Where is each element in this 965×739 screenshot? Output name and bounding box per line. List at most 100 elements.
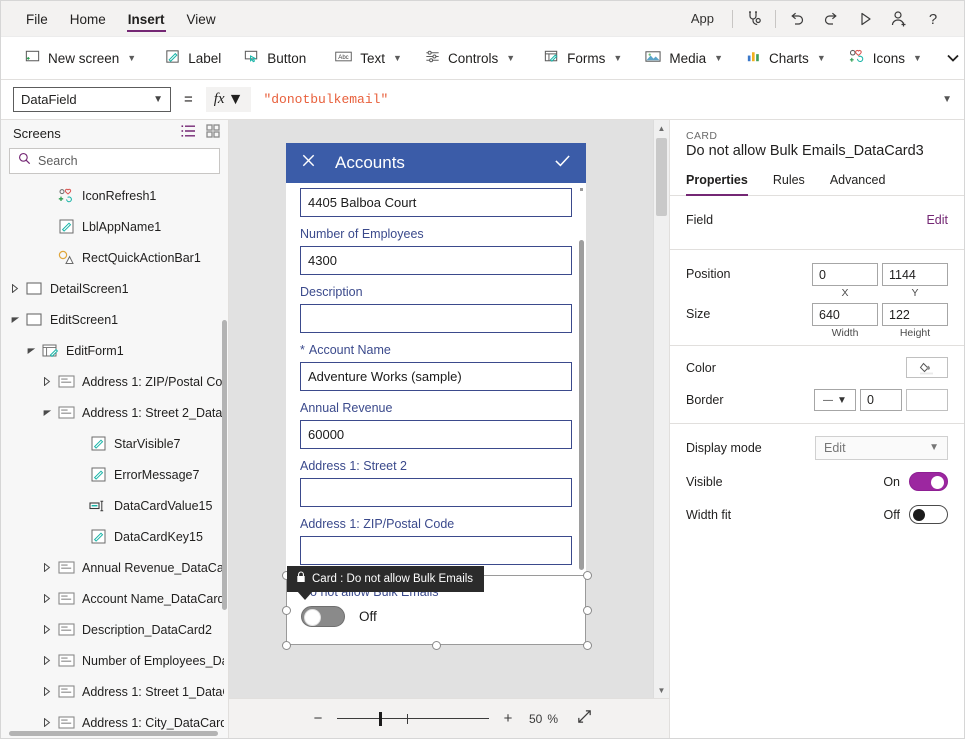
tree-item[interactable]: Number of Employees_Data <box>1 645 228 676</box>
ribbon-charts[interactable]: Charts ▼ <box>734 43 837 73</box>
ribbon-new-screen[interactable]: New screen ▼ <box>13 43 147 73</box>
size-width-input[interactable]: 640 <box>812 303 878 326</box>
zoom-out-button[interactable]: − <box>305 710 331 727</box>
tree-item[interactable]: Address 1: Street 2_DataCar <box>1 397 228 428</box>
twisty-expanded-icon[interactable] <box>23 347 39 355</box>
ribbon-text[interactable]: Abc Text ▼ <box>323 43 413 73</box>
form-field-input[interactable]: 4405 Balboa Court <box>300 188 572 217</box>
menu-item-insert[interactable]: Insert <box>117 5 176 33</box>
twisty-expanded-icon[interactable] <box>39 409 55 417</box>
form-field[interactable]: Annual Revenue60000 <box>286 391 586 449</box>
display-mode-select[interactable]: Edit ▼ <box>815 436 948 460</box>
form-scrollbar[interactable] <box>579 185 584 579</box>
fit-to-screen-icon[interactable] <box>576 708 593 730</box>
help-icon[interactable]: ? <box>916 4 950 34</box>
field-edit-link[interactable]: Edit <box>926 213 948 227</box>
resize-handle-tr[interactable] <box>583 571 592 580</box>
zoom-slider-knob[interactable] <box>379 712 382 726</box>
form-field-input[interactable] <box>300 304 572 333</box>
resize-handle-br[interactable] <box>583 641 592 650</box>
tree-item[interactable]: DataCardKey15 <box>1 521 228 552</box>
twisty-collapsed-icon[interactable] <box>39 563 55 572</box>
twisty-collapsed-icon[interactable] <box>39 625 55 634</box>
app-checker-icon[interactable] <box>737 4 771 34</box>
tab-rules[interactable]: Rules <box>773 168 805 195</box>
canvas-scroll-down-icon[interactable]: ▼ <box>654 682 669 698</box>
twisty-expanded-icon[interactable] <box>7 316 23 324</box>
tree-item[interactable]: DetailScreen1 <box>1 273 228 304</box>
search-input[interactable]: Search <box>9 148 220 174</box>
formula-input[interactable]: "donotbulkemail" <box>251 92 936 107</box>
width-fit-toggle[interactable] <box>909 505 948 524</box>
border-style-select[interactable]: — ▼ <box>814 389 856 411</box>
twisty-collapsed-icon[interactable] <box>39 656 55 665</box>
play-icon[interactable] <box>848 4 882 34</box>
ribbon-icons[interactable]: Icons ▼ <box>837 43 933 73</box>
ribbon-more-button[interactable] <box>933 43 965 73</box>
property-selector[interactable]: DataField ▼ <box>13 87 171 112</box>
fill-color-icon[interactable] <box>906 357 948 378</box>
ribbon-forms[interactable]: Forms ▼ <box>532 43 633 73</box>
border-width-input[interactable]: 0 <box>860 389 902 411</box>
form-field[interactable]: *Account NameAdventure Works (sample) <box>286 333 586 391</box>
tree-item[interactable]: LblAppName1 <box>1 211 228 242</box>
tree-item[interactable]: StarVisible7 <box>1 428 228 459</box>
form-field-input[interactable]: 4300 <box>300 246 572 275</box>
bulk-email-toggle[interactable] <box>301 606 345 627</box>
redo-icon[interactable] <box>814 4 848 34</box>
tree-view-icon[interactable] <box>181 124 197 143</box>
screens-tree-hscrollbar[interactable] <box>9 731 218 736</box>
form-scroll-thumb[interactable] <box>579 240 584 570</box>
tree-item[interactable]: IconRefresh1 <box>1 180 228 211</box>
zoom-slider[interactable] <box>337 710 489 728</box>
ribbon-controls[interactable]: Controls ▼ <box>413 43 526 73</box>
form-field-input[interactable] <box>300 536 572 565</box>
close-icon[interactable] <box>300 152 317 174</box>
menu-item-home[interactable]: Home <box>59 5 117 33</box>
visible-toggle[interactable] <box>909 472 948 491</box>
tree-item[interactable]: Description_DataCard2 <box>1 614 228 645</box>
menu-item-view[interactable]: View <box>176 5 227 33</box>
ribbon-button[interactable]: Button <box>232 43 317 73</box>
resize-handle-bc[interactable] <box>432 641 441 650</box>
position-y-input[interactable]: 1144 <box>882 263 948 286</box>
tree-item[interactable]: Address 1: ZIP/Postal Code_ <box>1 366 228 397</box>
twisty-collapsed-icon[interactable] <box>39 377 55 386</box>
form-field[interactable]: Address 1: Street 2 <box>286 449 586 507</box>
form-field[interactable]: Number of Employees4300 <box>286 217 586 275</box>
border-color-icon[interactable] <box>906 389 948 411</box>
tree-item[interactable]: Account Name_DataCard2 <box>1 583 228 614</box>
form-field[interactable]: Description <box>286 275 586 333</box>
ribbon-label[interactable]: Label <box>153 43 232 73</box>
form-field[interactable]: Address 1: ZIP/Postal Code <box>286 507 586 565</box>
canvas-scrollbar[interactable]: ▲ ▼ <box>653 120 669 698</box>
share-person-icon[interactable] <box>882 4 916 34</box>
form-field-input[interactable]: 60000 <box>300 420 572 449</box>
form-field[interactable]: 4405 Balboa Court <box>286 183 586 217</box>
twisty-collapsed-icon[interactable] <box>7 284 23 293</box>
checkmark-icon[interactable] <box>553 152 572 174</box>
formula-expand-icon[interactable]: ▼ <box>936 94 952 105</box>
tree-item[interactable]: ErrorMessage7 <box>1 459 228 490</box>
thumbnail-view-icon[interactable] <box>206 124 220 143</box>
size-height-input[interactable]: 122 <box>882 303 948 326</box>
canvas-scroll-up-icon[interactable]: ▲ <box>654 120 669 136</box>
resize-handle-bl[interactable] <box>282 641 291 650</box>
tree-item[interactable]: Annual Revenue_DataCard2 <box>1 552 228 583</box>
tree-item[interactable]: Address 1: Street 1_DataCar <box>1 676 228 707</box>
canvas-scroll-thumb[interactable] <box>656 138 667 216</box>
tree-item[interactable]: EditForm1 <box>1 335 228 366</box>
twisty-collapsed-icon[interactable] <box>39 594 55 603</box>
fx-button[interactable]: fx ▼ <box>206 87 252 112</box>
ribbon-media[interactable]: Media ▼ <box>633 43 734 73</box>
resize-handle-mr[interactable] <box>583 606 592 615</box>
zoom-in-button[interactable]: + <box>495 710 521 727</box>
tab-properties[interactable]: Properties <box>686 168 748 195</box>
tab-advanced[interactable]: Advanced <box>830 168 886 195</box>
form-field-input[interactable]: Adventure Works (sample) <box>300 362 572 391</box>
tree-item[interactable]: EditScreen1 <box>1 304 228 335</box>
menu-item-file[interactable]: File <box>15 5 59 33</box>
tree-item[interactable]: RectQuickActionBar1 <box>1 242 228 273</box>
undo-icon[interactable] <box>780 4 814 34</box>
resize-handle-ml[interactable] <box>282 606 291 615</box>
